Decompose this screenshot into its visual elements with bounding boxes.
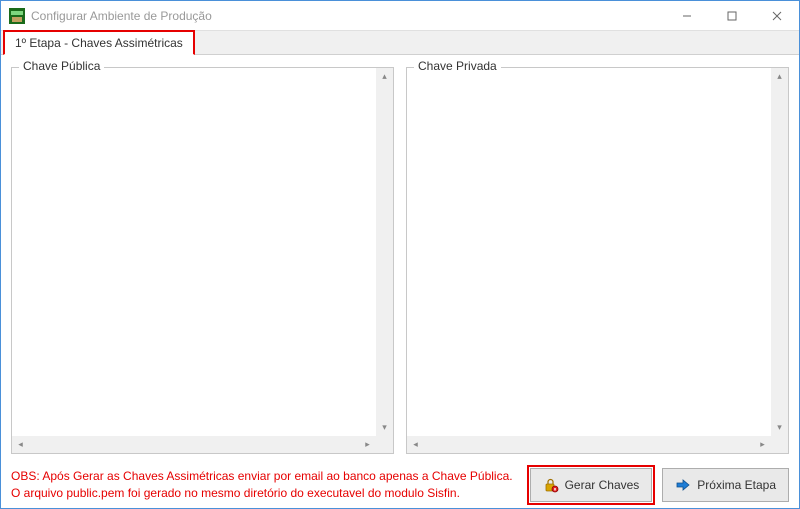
lock-key-icon bbox=[543, 477, 559, 493]
public-key-vertical-scrollbar[interactable]: ▴ ▾ bbox=[376, 68, 393, 436]
tab-step-1[interactable]: 1º Etapa - Chaves Assimétricas bbox=[3, 30, 195, 55]
window-controls bbox=[664, 1, 799, 30]
scroll-right-icon[interactable]: ▸ bbox=[359, 436, 376, 453]
public-key-label: Chave Pública bbox=[19, 59, 104, 73]
maximize-button[interactable] bbox=[709, 1, 754, 30]
scroll-down-icon[interactable]: ▾ bbox=[376, 419, 393, 436]
private-key-box: ▴ ▾ ◂ ▸ bbox=[406, 67, 789, 454]
app-icon bbox=[9, 8, 25, 24]
minimize-button[interactable] bbox=[664, 1, 709, 30]
private-key-label: Chave Privada bbox=[414, 59, 501, 73]
public-key-panel: Chave Pública ▴ ▾ ◂ ▸ bbox=[11, 61, 394, 454]
scrollbar-corner bbox=[771, 436, 788, 453]
generate-keys-button[interactable]: Gerar Chaves bbox=[530, 468, 653, 502]
private-key-horizontal-scrollbar[interactable]: ◂ ▸ bbox=[407, 436, 771, 453]
private-key-vertical-scrollbar[interactable]: ▴ ▾ bbox=[771, 68, 788, 436]
footer-row: OBS: Após Gerar as Chaves Assimétricas e… bbox=[11, 468, 789, 502]
content-area: Chave Pública ▴ ▾ ◂ ▸ Chave Priv bbox=[1, 55, 799, 508]
close-button[interactable] bbox=[754, 1, 799, 30]
scroll-left-icon[interactable]: ◂ bbox=[12, 436, 29, 453]
public-key-box: ▴ ▾ ◂ ▸ bbox=[11, 67, 394, 454]
private-key-panel: Chave Privada ▴ ▾ ◂ ▸ bbox=[406, 61, 789, 454]
scroll-up-icon[interactable]: ▴ bbox=[376, 68, 393, 85]
scroll-right-icon[interactable]: ▸ bbox=[754, 436, 771, 453]
panels-row: Chave Pública ▴ ▾ ◂ ▸ Chave Priv bbox=[11, 61, 789, 454]
obs-note: OBS: Após Gerar as Chaves Assimétricas e… bbox=[11, 468, 520, 502]
scroll-up-icon[interactable]: ▴ bbox=[771, 68, 788, 85]
generate-keys-label: Gerar Chaves bbox=[565, 478, 640, 492]
obs-line-1: OBS: Após Gerar as Chaves Assimétricas e… bbox=[11, 468, 520, 485]
next-step-label: Próxima Etapa bbox=[697, 478, 776, 492]
private-key-textarea[interactable] bbox=[407, 68, 771, 436]
scrollbar-corner bbox=[376, 436, 393, 453]
tabs-row: 1º Etapa - Chaves Assimétricas bbox=[1, 31, 799, 55]
public-key-textarea[interactable] bbox=[12, 68, 376, 436]
tab-label: 1º Etapa - Chaves Assimétricas bbox=[15, 36, 183, 50]
obs-line-2: O arquivo public.pem foi gerado no mesmo… bbox=[11, 485, 520, 502]
next-step-button[interactable]: Próxima Etapa bbox=[662, 468, 789, 502]
titlebar: Configurar Ambiente de Produção bbox=[1, 1, 799, 31]
window-title: Configurar Ambiente de Produção bbox=[31, 9, 664, 23]
public-key-horizontal-scrollbar[interactable]: ◂ ▸ bbox=[12, 436, 376, 453]
scroll-down-icon[interactable]: ▾ bbox=[771, 419, 788, 436]
scroll-left-icon[interactable]: ◂ bbox=[407, 436, 424, 453]
arrow-right-icon bbox=[675, 477, 691, 493]
